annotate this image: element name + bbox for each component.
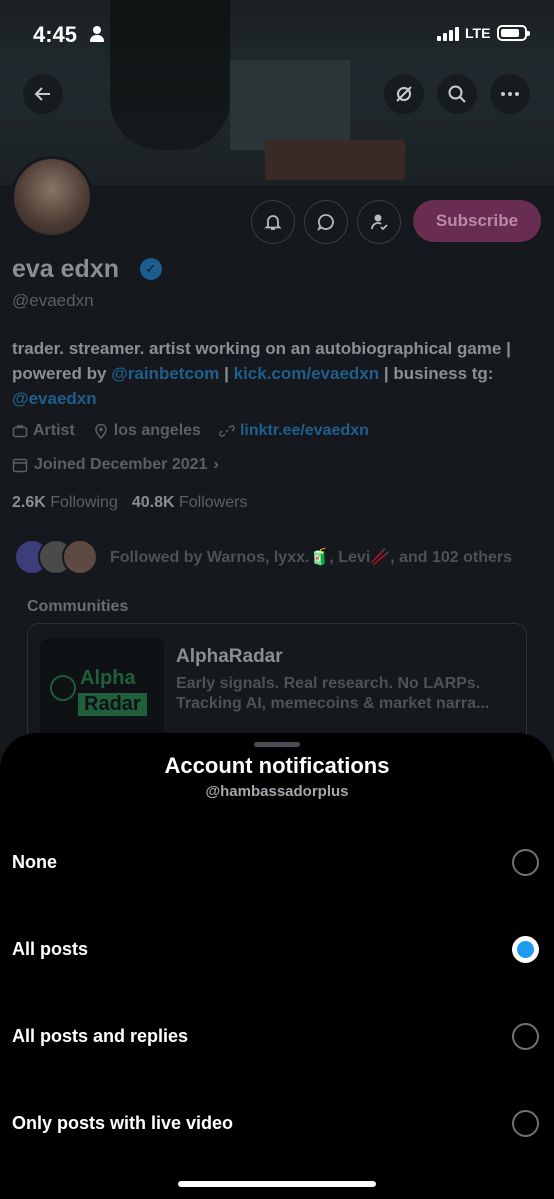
community-description: Early signals. Real research. No LARPs. … (176, 675, 490, 712)
bio-link-kick[interactable]: kick.com/evaedxn (234, 364, 380, 383)
follower-avatar (62, 539, 98, 575)
bell-plus-icon (264, 215, 282, 230)
bio-link-handle[interactable]: @evaedxn (12, 389, 97, 408)
message-icon (317, 214, 334, 232)
grok-button[interactable] (384, 74, 424, 114)
more-button[interactable] (490, 74, 530, 114)
account-notifications-sheet: Account notifications @hambassadorplus N… (0, 733, 554, 1199)
option-live-video[interactable]: Only posts with live video (0, 1084, 554, 1171)
followers-count: 40.8K (131, 494, 175, 511)
home-indicator[interactable] (178, 1181, 376, 1187)
option-label: All posts (12, 939, 89, 959)
verified-badge-icon: ✓ (140, 258, 162, 280)
followers-label: Followers (179, 494, 248, 511)
following-count: 2.6K (12, 494, 46, 511)
location-label: los angeles (113, 422, 201, 439)
battery-icon (497, 25, 530, 41)
profile-bio: trader. streamer. artist working on an a… (12, 336, 537, 411)
option-all-posts[interactable]: All posts (0, 910, 554, 997)
banner-window (230, 60, 350, 150)
link-icon (219, 425, 235, 437)
bio-text-tg: | business tg: (379, 364, 494, 383)
website-link[interactable]: linktr.ee/evaedxn (240, 422, 369, 440)
followed-by-row[interactable]: Followed by Warnos, lyxx.🧃, Levi🥢, and 1… (14, 537, 512, 577)
back-button[interactable] (23, 74, 63, 114)
radio-unchecked-icon[interactable] (512, 1023, 539, 1050)
network-type: LTE (465, 25, 491, 41)
bio-link-rainbet[interactable]: @rainbetcom (111, 364, 219, 383)
avatar[interactable] (11, 156, 93, 238)
profile-category: Artist (12, 422, 75, 440)
banner-bed (265, 140, 405, 180)
profile-name: eva edxn (12, 255, 120, 283)
category-label: Artist (33, 422, 75, 439)
option-all-posts-and-replies[interactable]: All posts and replies (0, 997, 554, 1084)
chevron-right-icon: › (213, 456, 219, 473)
profile-meta: Artist los angeles linktr.ee/evaedxn (12, 422, 369, 440)
community-logo: Alpha Radar (40, 638, 164, 748)
status-bar: 4:45 LTE (0, 18, 554, 52)
community-name: AlphaRadar (176, 646, 283, 667)
briefcase-icon (12, 425, 28, 438)
profile-website[interactable]: linktr.ee/evaedxn (219, 422, 369, 440)
calendar-icon (12, 458, 28, 473)
more-dots-icon (501, 92, 519, 96)
person-icon (90, 26, 104, 42)
search-button[interactable] (437, 74, 477, 114)
option-none[interactable]: None (0, 823, 554, 910)
following-stat[interactable]: 2.6K Following (12, 494, 118, 512)
followers-stat[interactable]: 40.8K Followers (132, 494, 248, 512)
bio-separator: | (219, 364, 234, 383)
radio-unchecked-icon[interactable] (512, 1110, 539, 1137)
profile-location: los angeles (93, 422, 201, 440)
radio-unchecked-icon[interactable] (512, 849, 539, 876)
back-arrow-icon (34, 87, 50, 101)
grok-icon (396, 86, 412, 102)
sheet-subtitle: @hambassadorplus (205, 783, 349, 800)
logo-word-radar: Radar (78, 693, 147, 716)
following-button[interactable] (357, 200, 401, 244)
follow-stats: 2.6K Following 40.8K Followers (12, 494, 247, 512)
location-pin-icon (95, 423, 107, 439)
option-label: None (12, 852, 57, 872)
signal-icon (437, 27, 459, 41)
status-time: 4:45 (33, 22, 78, 47)
option-label: Only posts with live video (12, 1113, 234, 1133)
subscribe-button[interactable]: Subscribe (413, 200, 541, 242)
following-label: Following (50, 494, 118, 511)
logo-word-alpha: Alpha (80, 667, 136, 689)
notifications-bell-button[interactable] (251, 200, 295, 244)
option-label: All posts and replies (12, 1026, 189, 1046)
radio-checked-icon[interactable] (512, 936, 539, 963)
message-button[interactable] (304, 200, 348, 244)
sheet-title: Account notifications (164, 753, 390, 778)
sheet-grabber[interactable] (254, 742, 300, 747)
radar-icon (50, 675, 76, 701)
profile-joined[interactable]: Joined December 2021 › (12, 456, 219, 474)
followed-by-text: Followed by Warnos, lyxx.🧃, Levi🥢, and 1… (110, 549, 513, 566)
communities-title: Communities (27, 598, 129, 615)
profile-handle: @evaedxn (12, 291, 94, 310)
search-icon (448, 85, 466, 103)
joined-label: Joined December 2021 (34, 456, 208, 473)
person-check-icon (371, 214, 388, 231)
